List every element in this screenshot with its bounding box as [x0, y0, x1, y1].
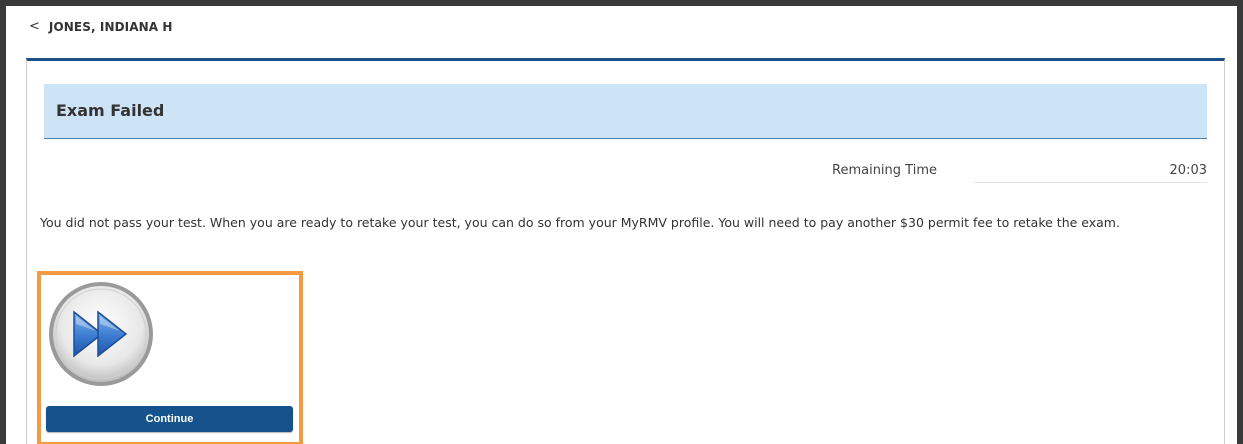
exam-title-bar: Exam Failed: [44, 84, 1207, 139]
fast-forward-icon[interactable]: [46, 279, 156, 389]
header-bar: < JONES, INDIANA H: [6, 6, 1237, 52]
continue-button[interactable]: Continue: [46, 406, 293, 432]
page-title: Exam Failed: [56, 101, 165, 120]
app-window: < JONES, INDIANA H Exam Failed Remaining…: [6, 6, 1237, 444]
remaining-time-value: 20:03: [1169, 163, 1207, 178]
chevron-left-icon[interactable]: <: [29, 19, 40, 34]
remaining-time-label: Remaining Time: [832, 163, 937, 178]
remaining-time-field: 20:03: [974, 156, 1207, 183]
exam-panel: Exam Failed Remaining Time 20:03 You did…: [26, 58, 1225, 444]
back-link[interactable]: < JONES, INDIANA H: [29, 19, 173, 34]
continue-highlight-box: Continue: [37, 271, 303, 444]
exam-result-message: You did not pass your test. When you are…: [40, 215, 1120, 230]
person-name[interactable]: JONES, INDIANA H: [49, 20, 173, 34]
